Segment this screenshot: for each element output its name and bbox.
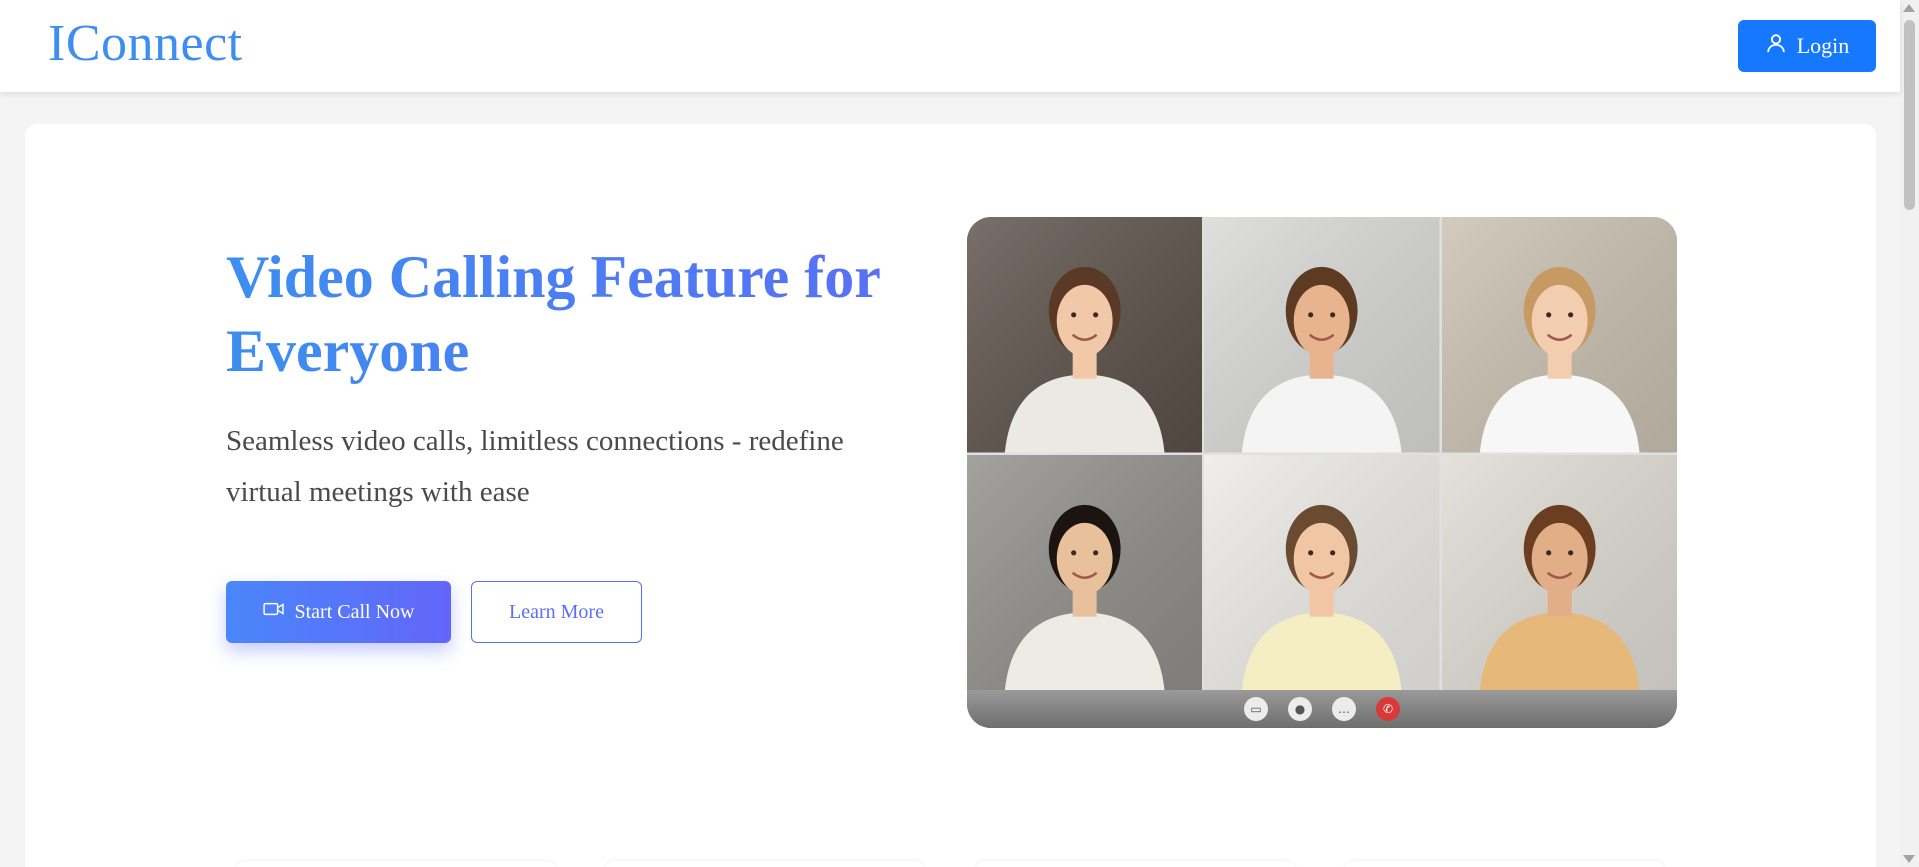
learn-more-button[interactable]: Learn More — [471, 581, 642, 643]
hero-title: Video Calling Feature for Everyone — [226, 240, 926, 388]
participant-tile — [1441, 217, 1677, 453]
login-button[interactable]: Login — [1738, 20, 1876, 72]
participant-tile — [967, 217, 1203, 453]
call-controls-bar: ▭ ● … ✆ — [967, 690, 1677, 728]
page-scrollbar[interactable] — [1900, 0, 1919, 867]
feature-card — [605, 861, 925, 867]
user-icon — [1765, 32, 1787, 60]
start-call-label: Start Call Now — [294, 600, 415, 623]
microphone-icon[interactable]: ● — [1288, 697, 1312, 721]
feature-card — [1345, 861, 1665, 867]
feature-card — [975, 861, 1295, 867]
chat-icon[interactable]: … — [1332, 697, 1356, 721]
video-camera-icon — [262, 600, 285, 624]
feature-card — [236, 861, 556, 867]
camera-icon[interactable]: ▭ — [1244, 697, 1268, 721]
participant-grid — [967, 217, 1677, 690]
start-call-button[interactable]: Start Call Now — [226, 581, 451, 643]
participant-tile — [967, 454, 1203, 690]
top-navbar: IConnect Login — [0, 0, 1900, 92]
participant-tile — [1204, 454, 1440, 690]
participant-tile — [1441, 454, 1677, 690]
participant-tile — [1204, 217, 1440, 453]
end-call-icon[interactable]: ✆ — [1376, 697, 1400, 721]
hero-subtitle: Seamless video calls, limitless connecti… — [226, 425, 844, 508]
scroll-down-arrow-icon[interactable] — [1903, 855, 1915, 863]
brand-logo[interactable]: IConnect — [48, 14, 243, 73]
scroll-thumb[interactable] — [1904, 20, 1915, 210]
login-label: Login — [1796, 33, 1850, 58]
scroll-up-arrow-icon[interactable] — [1903, 4, 1915, 12]
video-call-preview: ▭ ● … ✆ — [967, 217, 1677, 728]
